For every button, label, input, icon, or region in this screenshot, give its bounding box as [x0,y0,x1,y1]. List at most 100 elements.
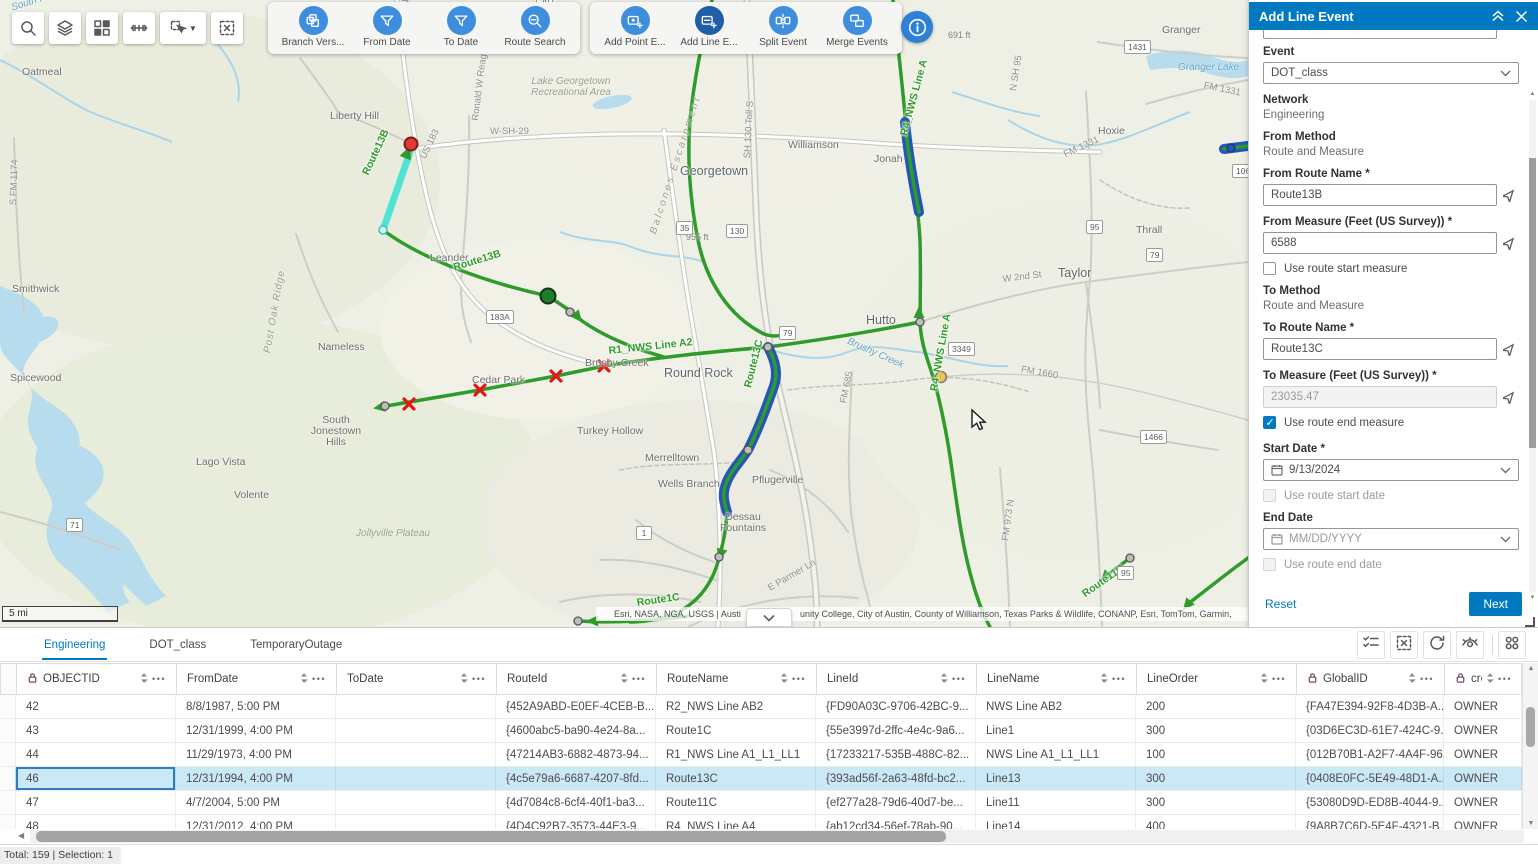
sort-icon[interactable] [456,672,472,687]
table-cell[interactable]: R1_NWS Line A1_L1_LL1 [656,743,816,766]
sort-icon[interactable] [1256,672,1272,687]
collapse-map-button[interactable] [746,608,792,627]
use-route-start-measure-checkbox[interactable]: Use route start measure [1263,262,1524,275]
options-grid-button[interactable] [1498,631,1526,659]
table-cell[interactable]: Line14 [976,815,1136,829]
hide-fields-button[interactable] [1456,631,1484,659]
table-cell[interactable]: 48 [16,815,176,829]
branch-versioning-button[interactable]: Branch Vers... [276,6,350,48]
sort-icon[interactable] [1482,672,1498,687]
tab-engineering[interactable]: Engineering [42,630,107,660]
table-cell[interactable]: OWNER [1444,767,1522,790]
table-cell[interactable]: R2_NWS Line AB2 [656,695,816,718]
column-header-linename[interactable]: LineName••• [977,664,1137,694]
column-header-objectid[interactable]: OBJECTID••• [17,664,177,694]
sort-icon[interactable] [936,672,952,687]
from-route-name-input[interactable] [1263,184,1497,206]
use-route-end-measure-checkbox[interactable]: Use route end measure [1263,416,1524,429]
split-event-button[interactable]: Split Event [746,6,820,48]
column-menu-icon[interactable]: ••• [312,674,326,684]
scrollbar-thumb[interactable] [1529,158,1536,448]
row-gutter[interactable] [0,767,16,790]
row-gutter[interactable] [0,791,16,814]
reset-link[interactable]: Reset [1265,597,1469,611]
table-cell[interactable]: 300 [1136,719,1296,742]
column-header-lineorder[interactable]: LineOrder••• [1137,664,1297,694]
table-cell[interactable]: {FA47E394-92F8-4D3B-A... [1296,695,1444,718]
table-cell[interactable]: {393ad56f-2a63-48fd-bc2... [816,767,976,790]
row-gutter[interactable] [0,743,16,766]
table-cell[interactable] [336,767,496,790]
table-cell[interactable]: OWNER [1444,743,1522,766]
collapse-panel-button[interactable] [1491,9,1505,23]
table-cell[interactable]: {55e3997d-2ffc-4e4c-9a6... [816,719,976,742]
column-menu-icon[interactable]: ••• [1420,674,1434,684]
add-line-event-button[interactable]: Add Line E... [672,6,746,48]
table-cell[interactable] [336,791,496,814]
table-cell[interactable]: 100 [1136,743,1296,766]
column-menu-icon[interactable]: ••• [1112,674,1126,684]
table-cell[interactable]: Route11C [656,791,816,814]
table-cell[interactable]: 4/7/2004, 5:00 PM [176,791,336,814]
column-header-globalid[interactable]: GlobalID••• [1297,664,1445,694]
row-gutter[interactable] [0,815,16,829]
scrollbar-thumb[interactable] [1526,707,1535,747]
table-row[interactable]: 4612/31/1994, 4:00 PM {4c5e79a6-6687-4207… [0,767,1522,791]
table-cell[interactable]: {9A8B7C6D-5E4F-4321-B... [1296,815,1444,829]
table-cell[interactable]: {47214AB3-6882-4873-94... [496,743,656,766]
basemap-tool[interactable] [86,12,118,44]
pick-to-measure-button[interactable] [1503,390,1516,404]
table-cell[interactable]: {4D4C92B7-3573-44E3-9... [496,815,656,829]
column-menu-icon[interactable]: ••• [152,674,166,684]
column-menu-icon[interactable]: ••• [792,674,806,684]
column-menu-icon[interactable]: ••• [1498,674,1512,684]
column-menu-icon[interactable]: ••• [952,674,966,684]
chevron-down-icon[interactable]: ▼ [189,24,197,33]
table-cell[interactable]: {ab12cd34-56ef-78ab-90... [816,815,976,829]
table-cell[interactable]: 12/31/1999, 4:00 PM [176,719,336,742]
table-row[interactable]: 4411/29/1973, 4:00 PM{47214AB3-6882-4873… [0,743,1522,767]
info-button[interactable] [901,11,933,43]
refresh-button[interactable] [1423,631,1451,659]
row-gutter[interactable] [0,719,16,742]
tab-dot_class[interactable]: DOT_class [147,630,208,660]
column-header-lineid[interactable]: LineId••• [817,664,977,694]
table-cell[interactable]: NWS Line A1_L1_LL1 [976,743,1136,766]
checkbox-box[interactable] [1263,416,1276,429]
column-menu-icon[interactable]: ••• [632,674,646,684]
table-cell[interactable]: {012B70B1-A2F7-4A4F-96... [1296,743,1444,766]
table-cell[interactable]: 12/31/1994, 4:00 PM [176,767,336,790]
table-cell[interactable]: 43 [16,719,176,742]
column-menu-icon[interactable]: ••• [1272,674,1286,684]
table-row[interactable]: 428/8/1987, 5:00 PM{452A9ABD-E0EF-4CEB-B… [0,695,1522,719]
table-cell[interactable]: 46 [16,767,176,790]
table-cell[interactable] [336,695,496,718]
table-cell[interactable]: OWNER [1444,719,1522,742]
select-tool[interactable]: ▼ [160,12,206,44]
layers-tool[interactable] [49,12,81,44]
column-header-todate[interactable]: ToDate••• [337,664,497,694]
tab-temporaryoutage[interactable]: TemporaryOutage [248,630,344,660]
clear-table-selection-button[interactable] [1390,631,1418,659]
column-menu-icon[interactable]: ••• [472,674,486,684]
to-date-button[interactable]: To Date [424,6,498,48]
checkbox-box[interactable] [1263,262,1276,275]
scroll-up-arrow[interactable]: ▲ [1529,91,1536,97]
pick-from-route-button[interactable] [1503,188,1516,202]
table-cell[interactable] [336,719,496,742]
table-cell[interactable]: 42 [16,695,176,718]
table-cell[interactable]: 300 [1136,791,1296,814]
table-cell[interactable]: 400 [1136,815,1296,829]
sort-icon[interactable] [136,672,152,687]
sort-icon[interactable] [1096,672,1112,687]
scroll-down-arrow[interactable]: ▼ [1529,595,1536,601]
table-cell[interactable]: {4c5e79a6-6687-4207-8fd... [496,767,656,790]
clear-selection-tool[interactable] [211,12,243,44]
table-cell[interactable]: {4d7084c8-6cf4-40f1-ba3... [496,791,656,814]
table-cell[interactable]: 200 [1136,695,1296,718]
show-selected-button[interactable] [1357,631,1385,659]
table-cell[interactable]: NWS Line AB2 [976,695,1136,718]
table-horizontal-scrollbar[interactable]: ◀ [30,830,1524,843]
sort-icon[interactable] [616,672,632,687]
table-cell[interactable]: Line13 [976,767,1136,790]
